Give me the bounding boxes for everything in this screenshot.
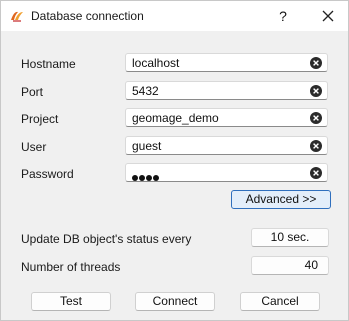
password-dot [132, 175, 138, 181]
advanced-button[interactable]: Advanced >> [231, 190, 331, 209]
password-dot [146, 175, 152, 181]
password-mask [132, 170, 160, 184]
cancel-button[interactable]: Cancel [240, 292, 320, 311]
port-field[interactable]: 5432 [125, 81, 328, 100]
clear-project-icon[interactable] [310, 112, 322, 124]
project-field[interactable]: geomage_demo [125, 108, 328, 127]
clear-user-icon[interactable] [310, 140, 322, 152]
user-value: guest [132, 139, 162, 153]
password-field[interactable] [125, 163, 328, 182]
project-label: Project [21, 112, 59, 126]
hostname-value: localhost [132, 56, 180, 70]
password-label: Password [21, 167, 74, 181]
update-interval-label: Update DB object's status every [21, 232, 192, 246]
user-label: User [21, 140, 47, 154]
clear-hostname-icon[interactable] [310, 57, 322, 69]
clear-port-icon[interactable] [310, 85, 322, 97]
test-button[interactable]: Test [31, 292, 111, 311]
app-logo-icon [11, 11, 23, 22]
close-icon[interactable] [315, 5, 341, 27]
database-connection-dialog: Database connection ? Hostname localhost… [0, 0, 349, 321]
port-value: 5432 [132, 84, 159, 98]
help-button[interactable]: ? [270, 5, 296, 27]
threads-spinbox[interactable]: 40 [251, 256, 329, 275]
dialog-content: Hostname localhost Port 5432 Project geo… [1, 31, 348, 320]
connect-button[interactable]: Connect [135, 292, 215, 311]
window-title: Database connection [31, 9, 144, 23]
user-field[interactable]: guest [125, 136, 328, 155]
hostname-label: Hostname [21, 57, 76, 71]
update-interval-spinbox[interactable]: 10 sec. [251, 228, 329, 247]
hostname-field[interactable]: localhost [125, 53, 328, 72]
clear-password-icon[interactable] [310, 167, 322, 179]
project-value: geomage_demo [132, 111, 219, 125]
password-dot [153, 175, 159, 181]
password-dot [139, 175, 145, 181]
title-bar: Database connection ? [1, 1, 348, 31]
port-label: Port [21, 85, 44, 99]
threads-label: Number of threads [21, 260, 121, 274]
